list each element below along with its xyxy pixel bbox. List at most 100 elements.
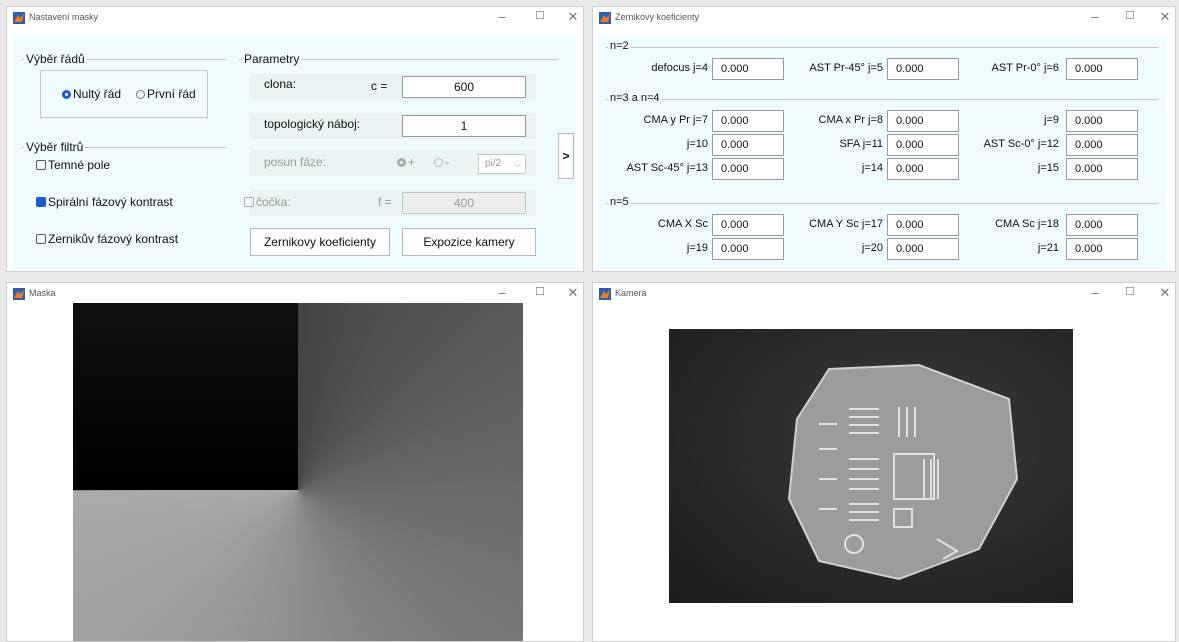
group-title: n=5 [608,196,631,208]
minimize-icon[interactable]: – [492,285,512,300]
window-title: Maska [29,288,56,298]
matlab-icon [599,12,611,24]
coefficient-input[interactable]: 0.000 [1066,134,1138,156]
window-title: Zernikovy koeficienty [615,12,700,22]
maximize-icon[interactable]: ☐ [530,9,550,22]
zernike-window: Zernikovy koeficienty – ☐ ✕ n=2 defocus j… [592,6,1176,272]
cocka-var: f = [378,195,392,209]
matlab-icon [599,288,611,300]
radio-label: Nultý řád [73,87,122,101]
coefficient-label: j=10 [686,138,708,150]
title-bar[interactable]: Kamera – ☐ ✕ [593,283,1175,305]
clona-var: c = [371,79,388,93]
group-title: Výběr filtrů [24,140,86,154]
coefficient-label: SFA j=11 [839,138,883,150]
minimize-icon[interactable]: – [1085,9,1105,24]
cocka-input[interactable]: 400 [402,192,526,214]
radio-label: + [408,155,416,169]
coefficient-label: AST Sc-0° j=12 [983,138,1059,150]
coefficient-label: CMA Y Sc j=17 [809,218,883,230]
checkbox-label: čočka: [256,195,291,209]
radio-selected-icon [397,158,406,167]
checkbox-label: Spirální fázový kontrast [48,195,173,209]
coefficient-label: j=9 [1044,114,1059,126]
title-bar[interactable]: Zernikovy koeficienty – ☐ ✕ [593,7,1175,29]
coefficient-group: n=5 CMA X Sc 0.000 CMA Y Sc j=17 0.000 CMA Sc… [605,196,1159,265]
radio-selected-icon [62,90,71,99]
kamera-window: Kamera – ☐ ✕ [592,282,1176,642]
nastaveni-masky-window: Nastavení masky – ☐ ✕ Výběr řádů Nultý ř… [6,6,584,272]
zernike-coefficients-button[interactable]: Zernikovy koeficienty [250,228,390,256]
matlab-icon [13,288,25,300]
group-title: Parametry [242,52,302,66]
radio-empty-icon [136,90,145,99]
order-selection-group: Výběr řádů Nultý řád První řád [21,52,227,125]
clona-input[interactable]: 600 [402,76,526,98]
coefficient-label: j=21 [1037,242,1059,254]
radio-posun-minus[interactable]: - [434,155,449,169]
topo-label: topologický náboj: [264,117,361,131]
radio-prvni-rad[interactable]: První řád [136,87,196,101]
coefficient-label: CMA Sc j=18 [995,218,1059,230]
mask-image [73,303,523,641]
coefficient-input[interactable]: 0.000 [1066,238,1138,260]
expand-arrow-button[interactable]: > [558,133,574,179]
parameters-group: Parametry clona: c = 600 topologický náb… [239,52,559,256]
coefficient-input[interactable]: 0.000 [1066,110,1138,132]
checkbox-temne-pole[interactable]: Temné pole [36,158,110,172]
coefficient-label: j=15 [1037,162,1059,174]
camera-exposure-button[interactable]: Expozice kamery [402,228,536,256]
close-icon[interactable]: ✕ [1155,285,1175,301]
checkbox-checked-icon [36,197,46,207]
window-title: Nastavení masky [29,12,99,22]
checkbox-label: Temné pole [48,158,111,172]
coefficient-input[interactable]: 0.000 [1066,214,1138,236]
posun-select-value: pi/2 [485,158,502,169]
coefficient-label: AST Pr-0° j=6 [991,62,1059,74]
group-title: Výběr řádů [24,52,87,66]
clona-label: clona: [264,77,297,91]
close-icon[interactable]: ✕ [1155,9,1175,25]
chevron-down-icon: ⌵ [514,159,521,169]
coefficients-pane: n=2 defocus j=4 0.000 AST Pr-45° j=5 0.000 AS… [599,35,1167,269]
checkbox-spiralni[interactable]: Spirální fázový kontrast [36,195,173,209]
minimize-icon[interactable]: – [1085,285,1105,300]
coefficient-input[interactable]: 0.000 [1066,58,1138,80]
minimize-icon[interactable]: – [492,9,512,24]
checkbox-label: Zernikův fázový kontrast [48,232,179,246]
posun-select[interactable]: pi/2 ⌵ [478,154,526,174]
settings-pane: Výběr řádů Nultý řád První řád Výběr fil… [13,35,576,269]
maximize-icon[interactable]: ☐ [1120,9,1140,22]
coefficient-label: AST Pr-45° j=5 [809,62,883,74]
close-icon[interactable]: ✕ [563,9,583,25]
coefficient-label: j=14 [861,162,883,174]
radio-empty-icon [434,158,443,167]
group-title: n=2 [608,40,631,52]
checkbox-empty-icon [36,234,46,244]
camera-image [669,329,1073,603]
coefficient-label: j=19 [686,242,708,254]
coefficient-input[interactable]: 0.000 [1066,158,1138,180]
coefficient-label: CMA x Pr j=8 [818,114,884,126]
close-icon[interactable]: ✕ [563,285,583,301]
title-bar[interactable]: Nastavení masky – ☐ ✕ [7,7,583,29]
coefficient-group: n=3 a n=4 CMA y Pr j=7 0.000 CMA x Pr j=8 0.… [605,92,1159,185]
checkbox-empty-icon [36,160,46,170]
title-bar[interactable]: Maska – ☐ ✕ [7,283,583,305]
radio-label: - [445,155,449,169]
coefficient-label: CMA y Pr j=7 [643,114,709,126]
resolution-target-image [787,363,1019,581]
radio-posun-plus[interactable]: + [397,155,415,169]
coefficient-group: n=2 defocus j=4 0.000 AST Pr-45° j=5 0.000 AS… [605,40,1159,85]
mask-dark-quadrant [73,303,298,490]
checkbox-empty-icon [244,197,254,207]
checkbox-cocka[interactable]: čočka: [244,195,291,209]
coefficient-label: j=20 [861,242,883,254]
maximize-icon[interactable]: ☐ [530,285,550,298]
topo-input[interactable]: 1 [402,115,526,137]
checkbox-zernikuv[interactable]: Zernikův fázový kontrast [36,232,178,246]
radio-nulty-rad[interactable]: Nultý řád [62,87,121,101]
maximize-icon[interactable]: ☐ [1120,285,1140,298]
window-title: Kamera [615,288,647,298]
coefficient-label: CMA X Sc [657,218,708,230]
